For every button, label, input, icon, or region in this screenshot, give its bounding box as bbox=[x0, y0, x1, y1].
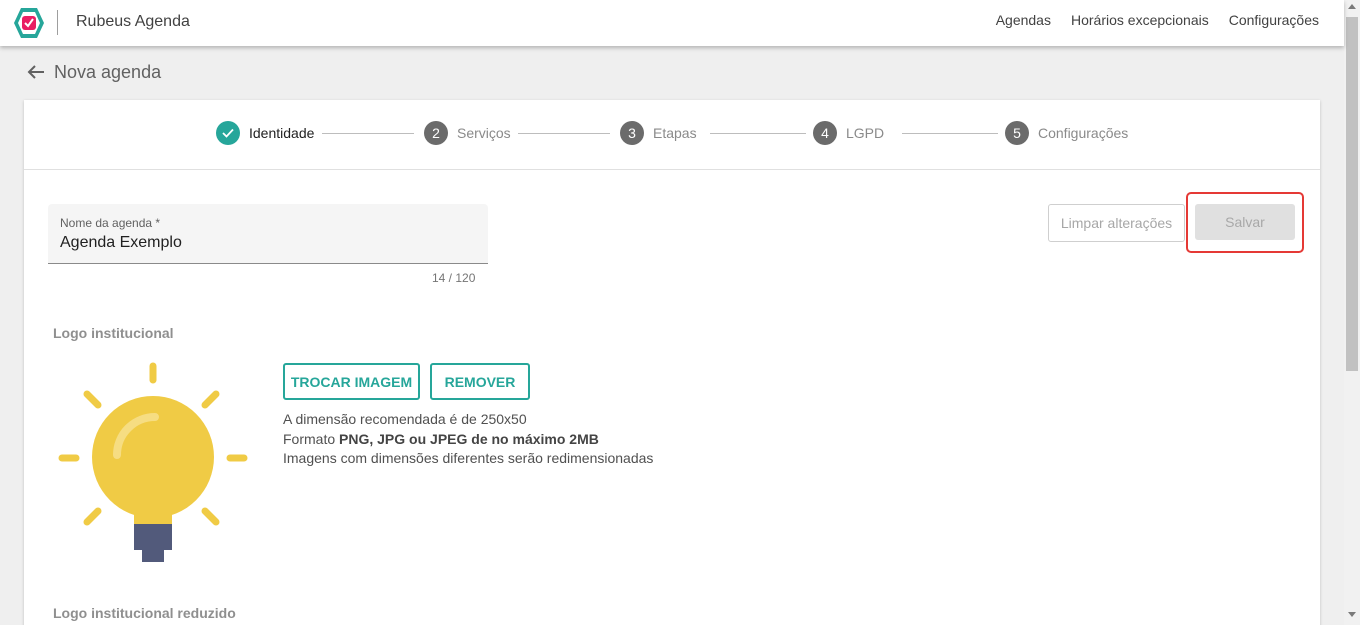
step-label: Identidade bbox=[249, 125, 315, 141]
step-servicos[interactable]: 2 Serviços bbox=[424, 121, 511, 145]
step-connector bbox=[902, 133, 998, 134]
change-image-button[interactable]: TROCAR IMAGEM bbox=[283, 363, 420, 400]
scroll-down-arrow-icon[interactable] bbox=[1348, 612, 1356, 617]
top-nav: Agendas Horários excepcionais Configuraç… bbox=[996, 12, 1319, 28]
step-number: 5 bbox=[1005, 121, 1029, 145]
hint-format: Formato PNG, JPG ou JPEG de no máximo 2M… bbox=[283, 431, 599, 447]
step-label: Etapas bbox=[653, 125, 697, 141]
step-identidade[interactable]: Identidade bbox=[216, 121, 314, 145]
step-label: Configurações bbox=[1038, 125, 1129, 141]
nav-configuracoes[interactable]: Configurações bbox=[1229, 12, 1319, 28]
reduced-logo-section-label: Logo institucional reduzido bbox=[53, 605, 236, 621]
save-button[interactable]: Salvar bbox=[1195, 204, 1295, 240]
page-scrollbar[interactable] bbox=[1344, 0, 1360, 625]
step-connector bbox=[518, 133, 610, 134]
hint-format-bold: PNG, JPG ou JPEG de no máximo 2MB bbox=[339, 431, 599, 447]
scroll-up-arrow-icon[interactable] bbox=[1348, 4, 1356, 9]
lightbulb-logo-icon bbox=[58, 362, 248, 562]
step-connector bbox=[710, 133, 806, 134]
remove-image-button[interactable]: REMOVER bbox=[430, 363, 530, 400]
scroll-thumb[interactable] bbox=[1346, 17, 1358, 371]
nav-agendas[interactable]: Agendas bbox=[996, 12, 1051, 28]
hint-resize: Imagens com dimensões diferentes serão r… bbox=[283, 450, 654, 466]
step-connector bbox=[322, 133, 414, 134]
agenda-name-field[interactable]: Nome da agenda * Agenda Exemplo bbox=[48, 204, 488, 264]
page-title: Nova agenda bbox=[54, 62, 162, 82]
stepper: Identidade 2 Serviços 3 Etapas 4 LGPD 5 … bbox=[24, 100, 1320, 170]
step-number: 3 bbox=[620, 121, 644, 145]
step-label: Serviços bbox=[457, 125, 511, 141]
nav-horarios-excepcionais[interactable]: Horários excepcionais bbox=[1071, 12, 1209, 28]
check-icon bbox=[216, 121, 240, 145]
step-configuracoes[interactable]: 5 Configurações bbox=[1005, 121, 1128, 145]
step-label: LGPD bbox=[846, 125, 885, 141]
hint-format-prefix: Formato bbox=[283, 431, 340, 447]
step-number: 2 bbox=[424, 121, 448, 145]
logo-section-label: Logo institucional bbox=[53, 325, 174, 341]
form-card: Identidade 2 Serviços 3 Etapas 4 LGPD 5 … bbox=[24, 100, 1320, 625]
step-number: 4 bbox=[813, 121, 837, 145]
agenda-name-input[interactable]: Agenda Exemplo bbox=[60, 234, 182, 252]
clear-changes-button[interactable]: Limpar alterações bbox=[1048, 204, 1185, 242]
character-counter: 14 / 120 bbox=[432, 271, 476, 285]
app-title: Rubeus Agenda bbox=[76, 13, 190, 30]
agenda-name-label: Nome da agenda * bbox=[60, 216, 161, 230]
step-etapas[interactable]: 3 Etapas bbox=[620, 121, 697, 145]
rubeus-logo-icon[interactable] bbox=[13, 7, 45, 39]
hint-dimension: A dimensão recomendada é de 250x50 bbox=[283, 411, 527, 427]
step-lgpd[interactable]: 4 LGPD bbox=[813, 121, 884, 145]
app-bar: Rubeus Agenda Agendas Horários excepcion… bbox=[0, 0, 1344, 46]
back-arrow-icon[interactable] bbox=[26, 62, 46, 82]
app-bar-divider bbox=[57, 10, 58, 35]
